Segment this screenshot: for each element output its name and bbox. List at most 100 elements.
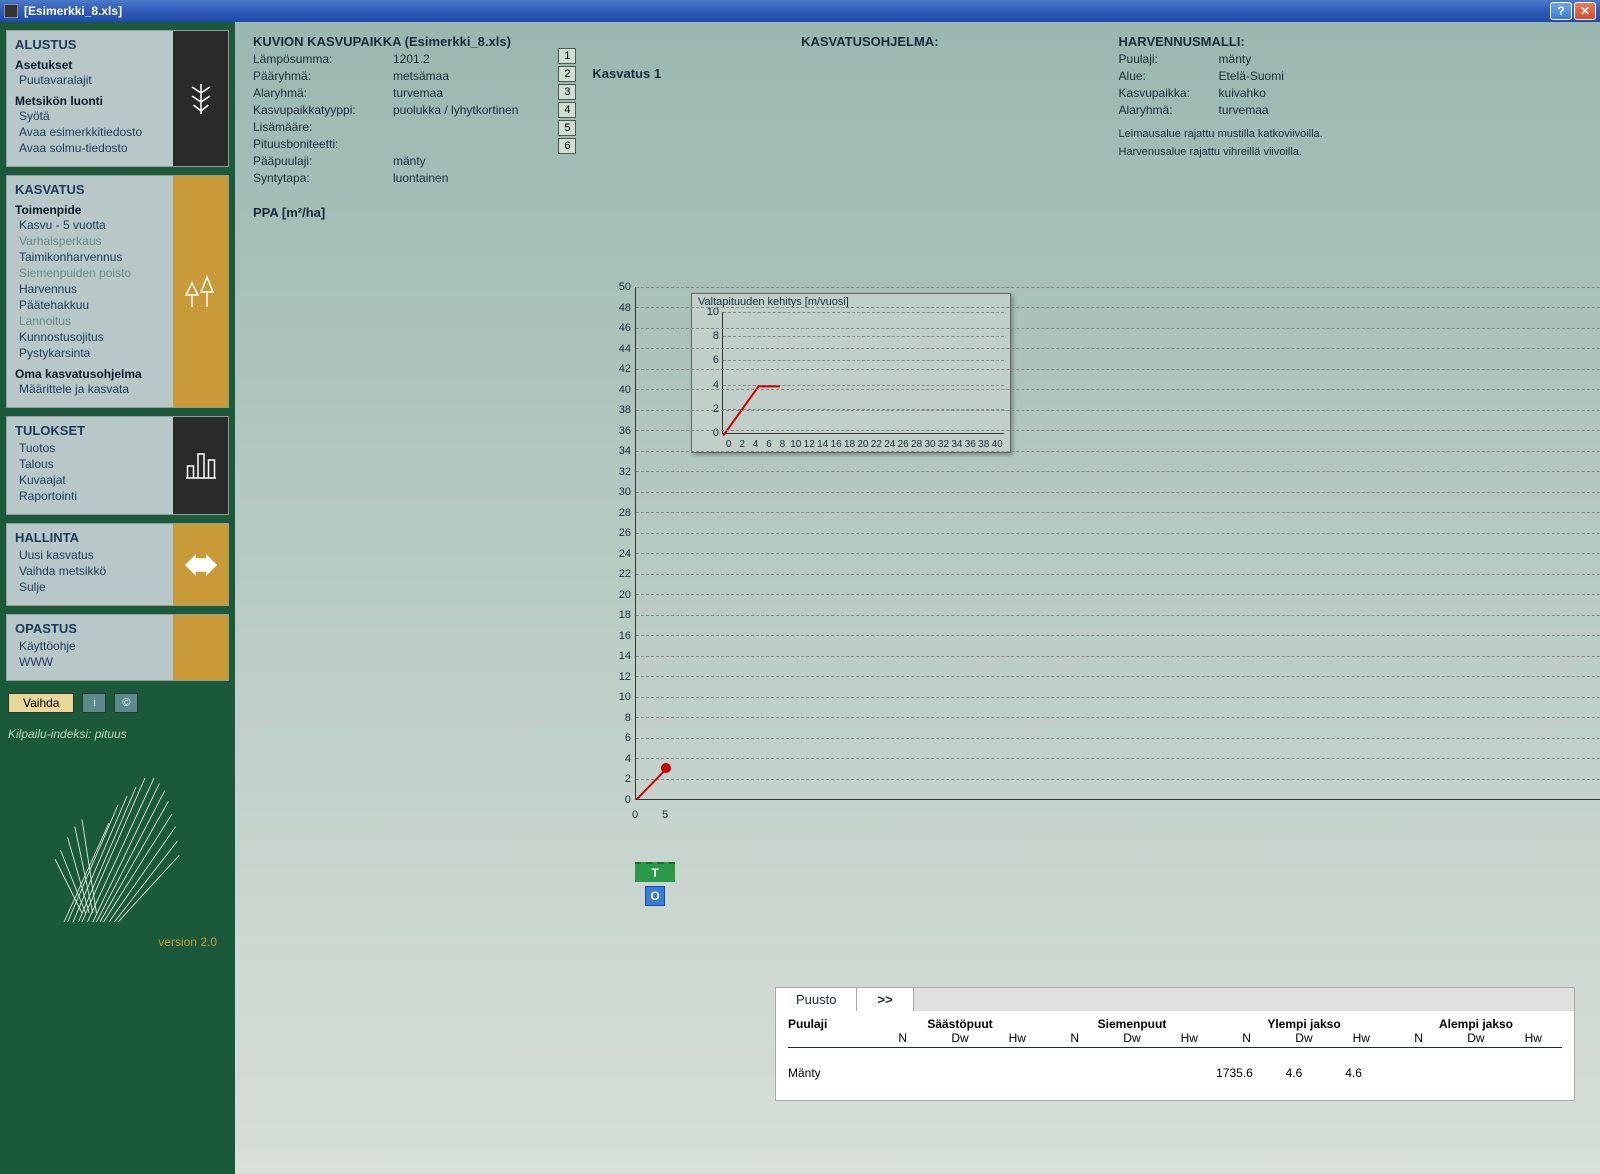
nav-tulokset: TULOKSET Tuotos Talous Kuvaajat Raportoi… [6,416,229,515]
num-button-1[interactable]: 1 [558,48,576,64]
nav-item-kunnostusojitus[interactable]: Kunnostusojitus [15,329,165,345]
nav-item-taimikonharvennus[interactable]: Taimikonharvennus [15,249,165,265]
nav-item-kasvu5[interactable]: Kasvu - 5 vuotta [15,217,165,233]
window-title: [Esimerkki_8.xls] [24,4,1550,18]
seedling-icon [183,81,219,117]
plot-area: Valtapituuden kehitys [m/vuosi] 0246810 … [635,287,1600,800]
nav-item-varhaisperkaus[interactable]: Varhaisperkaus [15,233,165,249]
nav-icon-opastus [173,615,228,680]
close-button[interactable]: ✕ [1574,2,1596,20]
transfer-icon [183,547,219,583]
trees-icon [183,274,219,310]
vaihda-button[interactable]: Vaihda [8,693,74,713]
num-button-3[interactable]: 3 [558,84,576,100]
note-harvenus: Harvenusalue rajattu vihreillä viivoilla… [1119,145,1323,159]
nav-sub-asetukset: Asetukset [15,58,165,72]
num-button-6[interactable]: 6 [558,138,576,154]
subcol-dw: Dw [1447,1031,1504,1045]
legend-markers: T O [635,862,675,910]
subcol-hw: Hw [1333,1031,1390,1045]
nav-item-maarittele[interactable]: Määrittele ja kasvata [15,381,165,397]
nav-item-talous[interactable]: Talous [15,456,165,472]
pine-illustration [6,751,229,931]
nav-hallinta: HALLINTA Uusi kasvatus Vaihda metsikkö S… [6,523,229,606]
ppa-axis-label: PPA [m²/ha] [253,205,1582,220]
nav-item-kuvaajat[interactable]: Kuvaajat [15,472,165,488]
pine-needles-icon [28,751,208,931]
kuvion-title: KUVION KASVUPAIKKA (Esimerkki_8.xls) [253,34,518,49]
kuvion-block: KUVION KASVUPAIKKA (Esimerkki_8.xls) Läm… [253,34,518,187]
grp-saastopuut: Säästöpuut [874,1017,1046,1031]
grp-siemenpuut: Siemenpuut [1046,1017,1218,1031]
nav-kasvatus: KASVATUS Toimenpide Kasvu - 5 vuotta Var… [6,175,229,408]
nav-item-uusi-kasvatus[interactable]: Uusi kasvatus [15,547,165,563]
data-point [661,763,671,773]
nav-opastus: OPASTUS Käyttöohje WWW [6,614,229,681]
num-button-5[interactable]: 5 [558,120,576,136]
harvennus-block: HARVENNUSMALLI: Puulaji:mäntyAlue:Etelä-… [1119,34,1323,187]
nav-sub-toimenpide: Toimenpide [15,203,165,217]
note-leimaus: Leimausalue rajattu mustilla katkoviivoi… [1119,127,1323,141]
nav-alustus: ALUSTUS Asetukset Puutavaralajit Metsikö… [6,30,229,167]
col-puulaji: Puulaji [788,1017,874,1031]
subcol-dw: Dw [931,1031,988,1045]
nav-item-vaihda-metsikko[interactable]: Vaihda metsikkö [15,563,165,579]
version-label: version 2.0 [6,935,229,949]
nav-item-tuotos[interactable]: Tuotos [15,440,165,456]
nav-icon-alustus [173,31,228,166]
nav-item-puutavaralajit[interactable]: Puutavaralajit [15,72,165,88]
grp-ylempi: Ylempi jakso [1218,1017,1390,1031]
copyright-button[interactable]: © [114,693,138,713]
nav-header-kasvatus: KASVATUS [15,182,165,197]
subcol-n: N [874,1031,931,1045]
number-buttons: 1 2 3 4 5 6 [558,48,576,187]
kilpailu-indeksi-label: Kilpailu-indeksi: pituus [6,725,229,743]
num-button-4[interactable]: 4 [558,102,576,118]
nav-item-siemenpuiden-poisto[interactable]: Siemenpuiden poisto [15,265,165,281]
subcol-hw: Hw [1505,1031,1562,1045]
subcol-n: N [1218,1031,1275,1045]
subcol-hw: Hw [1161,1031,1218,1045]
info-button[interactable]: i [82,693,106,713]
table-row: Mänty1735.64.64.6 [788,1048,1562,1080]
nav-item-avaa-solmu[interactable]: Avaa solmu-tiedosto [15,140,165,156]
puusto-table: Puusto >> Puulaji Säästöpuut Siemenpuut … [775,987,1575,1101]
nav-header-alustus: ALUSTUS [15,37,165,52]
nav-item-avaa-esimerkki[interactable]: Avaa esimerkkitiedosto [15,124,165,140]
grp-alempi: Alempi jakso [1390,1017,1562,1031]
app-icon [4,4,18,18]
help-button[interactable]: ? [1550,2,1572,20]
titlebar: [Esimerkki_8.xls] ? ✕ [0,0,1600,22]
nav-item-harvennus[interactable]: Harvennus [15,281,165,297]
nav-item-paatehakkuu[interactable]: Päätehakkuu [15,297,165,313]
subcol-n: N [1046,1031,1103,1045]
subcol-dw: Dw [1275,1031,1332,1045]
nav-item-syota[interactable]: Syötä [15,108,165,124]
nav-item-lannoitus[interactable]: Lannoitus [15,313,165,329]
kasvatusohjelma-title: KASVATUSOHJELMA: [801,34,938,49]
nav-icon-kasvatus [173,176,228,407]
tab-puusto[interactable]: Puusto [776,988,857,1011]
nav-icon-hallinta [173,524,228,605]
nav-item-pystykarsinta[interactable]: Pystykarsinta [15,345,165,361]
nav-item-sulje[interactable]: Sulje [15,579,165,595]
legend-t[interactable]: T [635,862,675,882]
legend-o[interactable]: O [645,886,665,906]
num-button-2[interactable]: 2 [558,66,576,82]
nav-item-www[interactable]: WWW [15,654,165,670]
harvennus-title: HARVENNUSMALLI: [1119,34,1323,49]
nav-item-kayttoohje[interactable]: Käyttöohje [15,638,165,654]
sidebar: ALUSTUS Asetukset Puutavaralajit Metsikö… [0,22,235,1174]
subcol-dw: Dw [1103,1031,1160,1045]
nav-header-tulokset: TULOKSET [15,423,165,438]
nav-icon-tulokset [173,417,228,514]
bottom-controls: Vaihda i © [6,689,229,717]
nav-header-opastus: OPASTUS [15,621,165,636]
tab-next[interactable]: >> [857,988,913,1011]
main-area: KUVION KASVUPAIKKA (Esimerkki_8.xls) Läm… [235,22,1600,1174]
nav-item-raportointi[interactable]: Raportointi [15,488,165,504]
nav-sub-metsikon-luonti: Metsikön luonti [15,94,165,108]
kasvatusohjelma-block: KASVATUSOHJELMA: [801,34,938,187]
kasvatus-label: Kasvatus 1 [592,66,661,187]
subcol-hw: Hw [989,1031,1046,1045]
